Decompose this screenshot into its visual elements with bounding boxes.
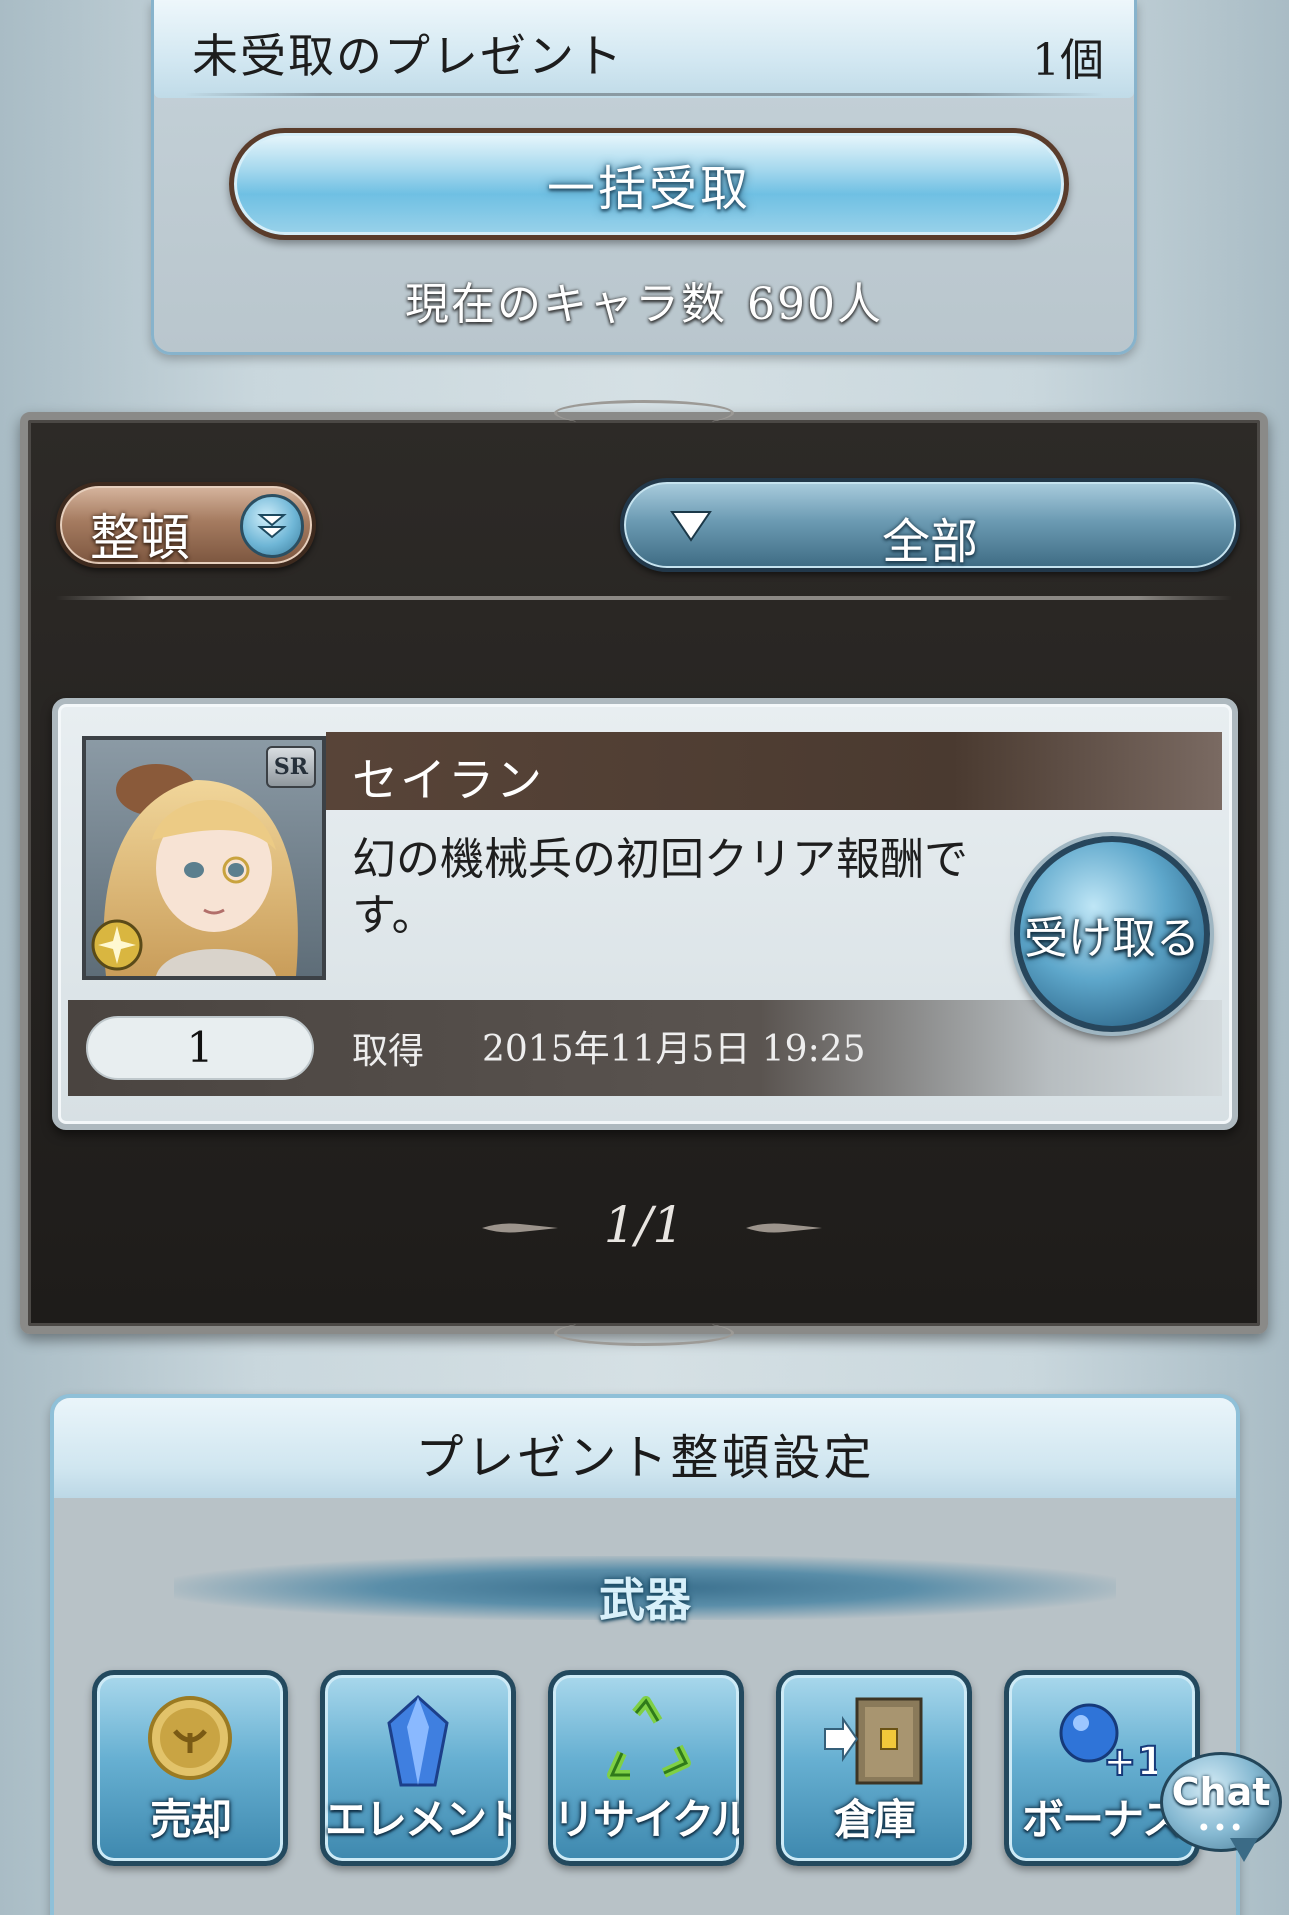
- storage-icon: [824, 1697, 923, 1785]
- character-count-label: 現在のキャラ数: [405, 279, 727, 330]
- panel-ornament-top: [554, 400, 734, 426]
- double-chevron-down-icon: [240, 494, 304, 558]
- acquired-date: 2015年11月5日 19:25: [482, 1029, 866, 1070]
- sell-label: 売却: [149, 1795, 232, 1844]
- light-element-icon: [91, 919, 143, 971]
- sort-label: 整頓: [90, 509, 190, 567]
- element-label: エレメント: [325, 1795, 511, 1844]
- bulk-receive-label: 一括受取: [546, 161, 751, 217]
- bulk-receive-button[interactable]: 一括受取: [229, 128, 1069, 240]
- settings-header: プレゼント整頓設定: [54, 1398, 1236, 1498]
- recycle-label: リサイクル: [553, 1795, 739, 1844]
- coin-icon: [148, 1696, 232, 1780]
- summary-header: 未受取のプレゼント 1個: [154, 0, 1134, 98]
- panel-ornament-bottom: [554, 1320, 734, 1346]
- unreceived-presents-label: 未受取のプレゼント: [192, 29, 624, 83]
- rarity-badge: SR: [266, 746, 316, 788]
- item-quantity: 1: [86, 1016, 314, 1080]
- sort-button[interactable]: 整頓: [56, 482, 316, 568]
- item-info-strip: 1 取得 2015年11月5日 19:25: [68, 1000, 1222, 1096]
- item-name-bar: セイラン: [326, 732, 1222, 810]
- crystal-icon: [387, 1694, 449, 1787]
- unreceived-presents-count: 1個: [1032, 35, 1104, 86]
- divider: [56, 596, 1232, 600]
- sell-button[interactable]: 売却: [92, 1670, 288, 1866]
- present-summary-panel: 未受取のプレゼント 1個 一括受取 現在のキャラ数 690人: [151, 0, 1137, 355]
- character-portrait: SR: [82, 736, 326, 980]
- storage-button[interactable]: 倉庫: [776, 1670, 972, 1866]
- chat-label: Chat: [1171, 1770, 1271, 1814]
- item-description: 幻の機械兵の初回クリア報酬です。: [352, 834, 968, 941]
- svg-text:+1: +1: [1103, 1739, 1157, 1785]
- present-sort-settings-panel: プレゼント整頓設定 武器 売却 エレメント リサイクル 倉庫 +1 ボーナス: [50, 1394, 1240, 1915]
- chat-dots: •••: [1196, 1814, 1246, 1842]
- acquired-label: 取得: [352, 1031, 425, 1072]
- character-count-value: 690人: [747, 279, 883, 330]
- bonus-plus-one-icon: +1: [1059, 1703, 1157, 1786]
- settings-title: プレゼント整頓設定: [415, 1430, 875, 1486]
- recycle-icon: [607, 1696, 691, 1780]
- recycle-button[interactable]: リサイクル: [548, 1670, 744, 1866]
- filter-value: 全部: [881, 514, 978, 570]
- page-next-arrow-icon[interactable]: [744, 1220, 824, 1236]
- pagination: 1/1: [603, 1196, 685, 1254]
- category-label: 武器: [599, 1573, 691, 1627]
- present-list-panel: 整頓 全部 SR セイラン 幻の機械兵の初回クリア報酬です。 1 取得 2015…: [20, 400, 1268, 1346]
- present-item: SR セイラン 幻の機械兵の初回クリア報酬です。 1 取得 2015年11月5日…: [52, 698, 1238, 1130]
- filter-dropdown[interactable]: 全部: [620, 478, 1240, 572]
- character-count: 現在のキャラ数 690人: [154, 268, 1134, 332]
- receive-label: 受け取る: [1024, 913, 1200, 964]
- storage-label: 倉庫: [833, 1795, 916, 1844]
- receive-button[interactable]: 受け取る: [1014, 836, 1210, 1032]
- element-button[interactable]: エレメント: [320, 1670, 516, 1866]
- settings-action-buttons: 売却 エレメント リサイクル 倉庫 +1 ボーナス: [92, 1670, 1202, 1870]
- chat-button[interactable]: Chat •••: [1160, 1752, 1282, 1868]
- item-name: セイラン: [352, 753, 544, 807]
